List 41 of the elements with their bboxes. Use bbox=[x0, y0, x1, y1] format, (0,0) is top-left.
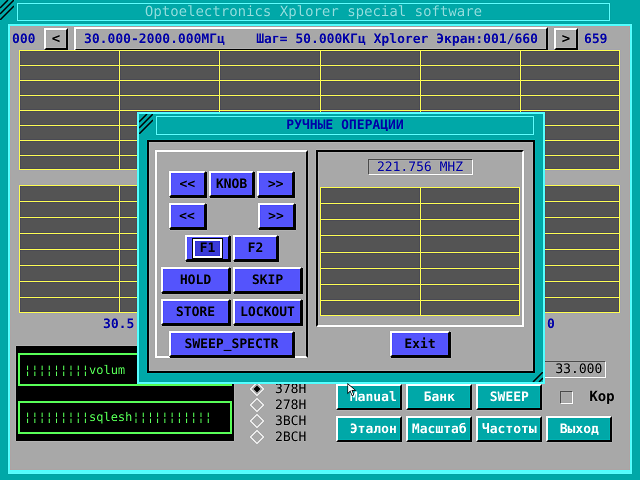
window-corner-icon bbox=[0, 0, 14, 20]
menu-button[interactable]: Manual bbox=[336, 384, 402, 410]
operation-button[interactable]: << bbox=[168, 203, 206, 229]
menu-button[interactable]: SWEEP bbox=[476, 384, 542, 410]
range-info-bar: 30.000-2000.000МГц Шаг= 50.000КГц Xplorer Экран:001/660 bbox=[74, 27, 548, 51]
operation-button[interactable]: KNOB bbox=[208, 171, 254, 197]
checkbox-label: Кор bbox=[589, 389, 615, 405]
operation-button[interactable]: F1 bbox=[185, 235, 230, 261]
range-start-number: 000 bbox=[12, 32, 36, 46]
operation-button[interactable]: F2 bbox=[233, 235, 278, 261]
checkbox[interactable] bbox=[560, 390, 574, 404]
radio-label: 2BCH bbox=[275, 430, 306, 444]
window-title: Optoelectronics Xplorer special software bbox=[144, 4, 482, 20]
operation-button[interactable]: STORE bbox=[161, 299, 230, 325]
axis-label: 0 bbox=[547, 317, 555, 332]
radio-button[interactable] bbox=[250, 414, 264, 428]
window-corner-icon bbox=[139, 114, 153, 134]
operation-button[interactable]: >> bbox=[258, 203, 294, 229]
operation-button[interactable]: SWEEP_SPECTR bbox=[169, 331, 294, 357]
dialog-title: РУЧНЫЕ ОПЕРАЦИИ bbox=[286, 118, 404, 133]
range-end-number: 659 bbox=[584, 32, 608, 46]
radio-button[interactable] bbox=[250, 398, 264, 412]
operation-button[interactable]: << bbox=[168, 171, 206, 197]
menu-button[interactable]: Выход bbox=[546, 416, 612, 442]
menu-button[interactable]: Банк bbox=[406, 384, 472, 410]
level-meter: ¦¦¦¦¦¦¦¦¦sqlesh¦¦¦¦¦¦¦¦¦¦¦ bbox=[18, 400, 232, 434]
next-button[interactable]: > bbox=[554, 28, 578, 50]
operation-button[interactable]: >> bbox=[257, 171, 294, 197]
radio-label: 3BCH bbox=[275, 414, 306, 428]
menu-button[interactable]: Масштаб bbox=[406, 416, 472, 442]
operation-button[interactable]: HOLD bbox=[161, 267, 230, 293]
menu-button[interactable]: Эталон bbox=[336, 416, 402, 442]
exit-button[interactable]: Exit bbox=[390, 331, 450, 357]
axis-label: 30.5 bbox=[103, 317, 134, 332]
radio-label: 278H bbox=[275, 398, 306, 412]
operation-button[interactable]: SKIP bbox=[233, 267, 302, 293]
previous-button[interactable]: < bbox=[44, 28, 68, 50]
menu-button[interactable]: Частоты bbox=[476, 416, 542, 442]
radio-button[interactable] bbox=[250, 430, 264, 444]
operation-button[interactable]: LOCKOUT bbox=[233, 299, 302, 325]
frequency-display: 221.756 MHZ bbox=[368, 159, 472, 175]
